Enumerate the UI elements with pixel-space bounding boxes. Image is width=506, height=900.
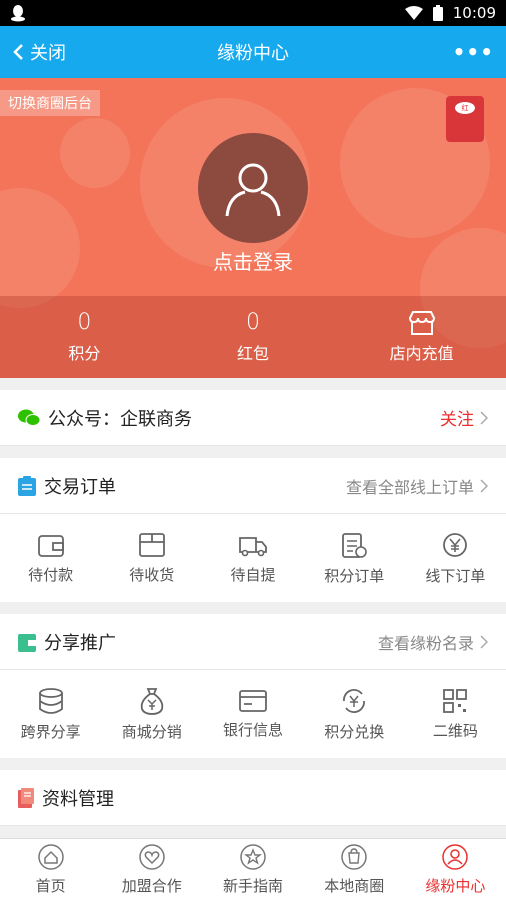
tab-bar: 首页 加盟合作 新手指南 本地商圈 缘粉中心 (0, 838, 506, 900)
money-bag-icon (138, 687, 166, 715)
close-button[interactable]: 关闭 (12, 39, 66, 65)
share-mall-distribution-label: 商城分销 (121, 722, 182, 741)
order-pending-payment[interactable]: 待付款 (0, 514, 101, 602)
user-icon (441, 843, 469, 871)
share-bank-info[interactable]: 银行信息 (202, 670, 303, 758)
stat-red-packets[interactable]: 0 红包 (169, 296, 338, 378)
view-all-orders-link[interactable]: 查看全部线上订单 (346, 474, 474, 498)
orders-card: 交易订单 查看全部线上订单 待付款 待收货 待自提 积分订单 线下订单 (0, 458, 506, 602)
user-silhouette-icon (221, 156, 285, 220)
order-points[interactable]: 积分订单 (304, 514, 405, 602)
share-grid: 跨界分享 商城分销 银行信息 积分兑换 二维码 (0, 670, 506, 758)
orders-grid: 待付款 待收货 待自提 积分订单 线下订单 (0, 514, 506, 602)
profile-card: 资料管理 (0, 770, 506, 826)
chevron-right-icon (480, 410, 488, 425)
shopping-bag-icon (340, 843, 368, 871)
clipboard-icon (18, 475, 36, 496)
share-mall-distribution[interactable]: 商城分销 (101, 670, 202, 758)
stat-points[interactable]: 0 积分 (0, 296, 169, 378)
chevron-right-icon (480, 634, 488, 649)
stat-store-recharge[interactable]: 店内充值 (337, 296, 506, 378)
share-wallet-icon (18, 632, 36, 652)
wallet-icon (37, 532, 65, 558)
heart-icon (138, 843, 166, 871)
stats-bar: 0 积分 0 红包 店内充值 (0, 296, 506, 378)
bank-card-icon (238, 689, 268, 713)
tab-fans-center-label: 缘粉中心 (425, 877, 486, 895)
profile-title: 资料管理 (42, 788, 114, 810)
database-icon (37, 687, 65, 715)
back-chevron-icon (12, 43, 24, 61)
tab-local-circle-label: 本地商圈 (324, 877, 385, 895)
order-self-pickup-label: 待自提 (230, 565, 276, 584)
order-offline[interactable]: 线下订单 (405, 514, 506, 602)
page-title: 缘粉中心 (217, 43, 289, 64)
red-packet-icon[interactable]: 红 (446, 96, 484, 142)
stat-points-label: 积分 (68, 344, 101, 363)
battery-icon (432, 5, 443, 21)
orders-header[interactable]: 交易订单 查看全部线上订单 (0, 458, 506, 514)
order-pending-payment-label: 待付款 (28, 565, 74, 584)
order-pending-receipt-label: 待收货 (129, 565, 175, 584)
tab-home-label: 首页 (35, 877, 66, 895)
red-packet-seal: 红 (455, 102, 475, 114)
profile-header: 切换商圈后台 红 点击登录 0 积分 0 红包 店内充值 (0, 78, 506, 378)
tab-local-circle[interactable]: 本地商圈 (304, 839, 405, 900)
share-card: 分享推广 查看缘粉名录 跨界分享 商城分销 银行信息 积分兑换 二维码 (0, 614, 506, 758)
order-points-label: 积分订单 (324, 566, 385, 585)
close-label: 关闭 (30, 43, 66, 64)
tab-guide[interactable]: 新手指南 (202, 839, 303, 900)
official-account-card: 公众号：企联商务 关注 (0, 390, 506, 446)
profile-header[interactable]: 资料管理 (0, 770, 506, 826)
share-header[interactable]: 分享推广 查看缘粉名录 (0, 614, 506, 670)
status-bar: 10:09 (0, 0, 506, 26)
stat-red-packets-value: 0 (246, 310, 260, 335)
stat-red-packets-label: 红包 (237, 344, 270, 363)
home-icon (37, 843, 65, 871)
qr-code-icon (442, 688, 468, 714)
truck-icon (238, 532, 268, 558)
tab-join[interactable]: 加盟合作 (101, 839, 202, 900)
document-icon (18, 787, 34, 808)
share-qr-code-label: 二维码 (432, 721, 478, 740)
order-pending-receipt[interactable]: 待收货 (101, 514, 202, 602)
more-menu-button[interactable]: ••• (453, 40, 494, 64)
status-time: 10:09 (452, 4, 496, 22)
share-points-exchange[interactable]: 积分兑换 (304, 670, 405, 758)
yen-cycle-icon (441, 531, 469, 559)
share-title: 分享推广 (44, 632, 116, 654)
tab-home[interactable]: 首页 (0, 839, 101, 900)
nav-bar: 关闭 缘粉中心 ••• (0, 26, 506, 78)
share-cross-border[interactable]: 跨界分享 (0, 670, 101, 758)
star-icon (239, 843, 267, 871)
order-offline-label: 线下订单 (425, 566, 486, 585)
qq-notification-icon (10, 4, 26, 22)
background-bubble (60, 118, 130, 188)
share-cross-border-label: 跨界分享 (20, 722, 81, 741)
avatar[interactable] (198, 133, 308, 243)
exchange-icon (340, 687, 368, 715)
orders-title: 交易订单 (44, 476, 116, 498)
official-account-row[interactable]: 公众号：企联商务 关注 (0, 390, 506, 446)
store-icon (408, 310, 436, 336)
tab-fans-center[interactable]: 缘粉中心 (405, 839, 506, 900)
chevron-right-icon (480, 478, 488, 493)
tab-guide-label: 新手指南 (223, 877, 284, 895)
stat-points-value: 0 (77, 310, 92, 335)
wifi-icon (404, 6, 423, 20)
share-bank-info-label: 银行信息 (223, 720, 284, 739)
order-self-pickup[interactable]: 待自提 (202, 514, 303, 602)
package-icon (138, 532, 166, 558)
stat-store-recharge-label: 店内充值 (389, 344, 454, 363)
view-fans-list-link[interactable]: 查看缘粉名录 (378, 630, 474, 654)
login-link[interactable]: 点击登录 (0, 246, 506, 275)
points-order-icon (341, 531, 368, 559)
official-account-label: 公众号：企联商务 (48, 408, 192, 430)
wechat-icon (18, 409, 40, 427)
share-qr-code[interactable]: 二维码 (405, 670, 506, 758)
follow-button[interactable]: 关注 (440, 405, 474, 430)
tab-join-label: 加盟合作 (121, 877, 182, 895)
share-points-exchange-label: 积分兑换 (324, 722, 385, 741)
switch-backend-button[interactable]: 切换商圈后台 (0, 90, 100, 116)
